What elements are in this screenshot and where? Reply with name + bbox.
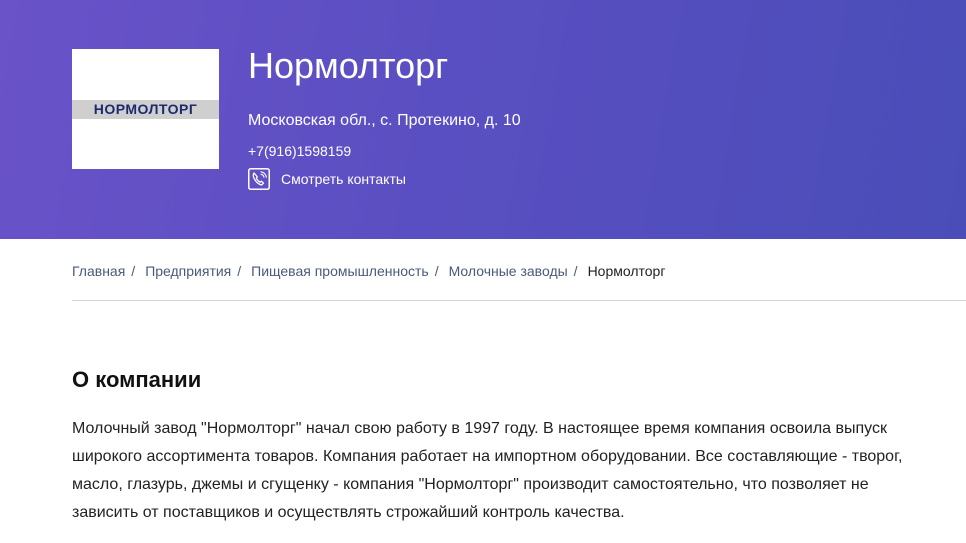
breadcrumb-food-industry[interactable]: Пищевая промышленность [251,262,429,280]
breadcrumb-separator: / [131,263,136,279]
breadcrumb-enterprises[interactable]: Предприятия [145,262,231,280]
divider [72,300,966,301]
company-header: НОРМОЛТОРГ Нормолторг Московская обл., с… [0,0,966,239]
view-contacts-link[interactable]: Смотреть контакты [248,168,406,190]
breadcrumb-separator: / [434,263,439,279]
breadcrumb-separator: / [573,263,578,279]
view-contacts-label: Смотреть контакты [281,171,406,187]
company-phone: +7(916)1598159 [248,143,352,159]
breadcrumb-home[interactable]: Главная [72,262,125,280]
breadcrumb-separator: / [237,263,242,279]
about-section-title: О компании [72,367,202,392]
phone-icon [248,168,270,190]
breadcrumb-dairy-plants[interactable]: Молочные заводы [449,262,568,280]
company-address: Московская обл., с. Протекино, д. 10 [248,112,521,129]
logo-band: НОРМОЛТОРГ [72,100,219,119]
breadcrumb-current: Нормолторг [587,263,666,279]
company-logo: НОРМОЛТОРГ [72,49,219,169]
logo-text: НОРМОЛТОРГ [93,101,198,117]
about-description: Молочный завод "Нормолторг" начал свою р… [72,420,903,521]
breadcrumb: Главная / Предприятия / Пищевая промышле… [72,262,665,280]
company-title: Нормолторг [248,45,449,86]
